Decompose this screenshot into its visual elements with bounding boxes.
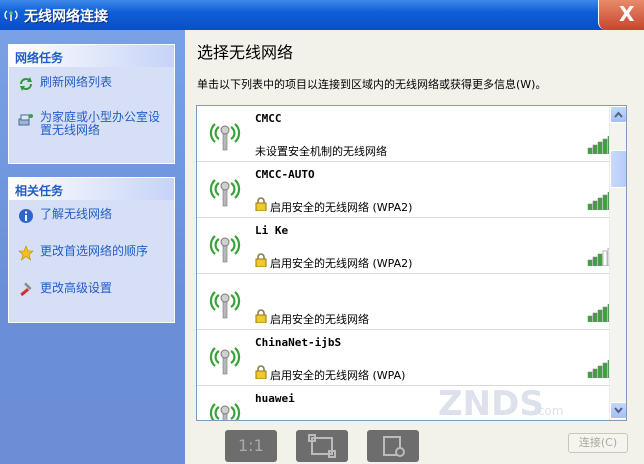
screenshot-tool-button[interactable] [367,430,419,462]
learn-wireless-link[interactable]: 了解无线网络 [9,207,174,223]
wireless-network-list[interactable]: CMCC 未设置安全机制的无线网络 CMCC-AUTO 启用安全的无线网络 (WPA2… [196,105,627,421]
network-security-status: 启用安全的无线网络 [270,313,369,326]
network-ssid: CMCC [255,112,282,125]
lock-icon [255,365,267,379]
network-row[interactable]: CMCC 未设置安全机制的无线网络 [197,106,613,162]
scroll-down-button[interactable] [610,402,626,419]
window-title: 无线网络连接 [24,9,108,25]
scroll-up-button[interactable] [610,106,626,123]
setup-wireless-network-label: 为家庭或小型办公室设置无线网络 [40,110,161,137]
tools-icon [20,282,32,297]
chevron-up-icon [614,111,623,118]
network-ssid: huawei [255,392,295,405]
actual-size-label: 1:1 [238,436,264,455]
refresh-network-list-link[interactable]: 刷新网络列表 [9,75,174,91]
network-tasks-panel: 网络任务 刷新网络列表 为家庭或小型办公室设置无线网络 [8,44,175,164]
change-advanced-settings-link[interactable]: 更改高级设置 [9,281,174,297]
learn-wireless-label: 了解无线网络 [40,207,113,221]
watermark-text: ZNDS [438,384,544,424]
refresh-icon [20,77,32,91]
wireless-antenna-icon [209,403,241,420]
network-ssid: Li Ke [255,224,289,237]
network-ssid: CMCC-AUTO [255,168,315,181]
watermark-suffix: .com [534,404,563,418]
network-ssid: ChinaNet-ijbS [255,336,342,349]
star-icon [18,245,34,261]
wireless-antenna-icon [209,235,241,263]
network-security-status: 启用安全的无线网络 (WPA2) [270,201,413,214]
setup-wireless-network-link[interactable]: 为家庭或小型办公室设置无线网络 [9,111,169,137]
network-tasks-heading: 网络任务 [9,45,174,67]
wireless-antenna-icon [209,123,241,151]
chevron-down-icon [614,407,623,414]
network-row[interactable]: 启用安全的无线网络 [197,274,613,330]
lock-icon [255,253,267,267]
change-preferred-order-label: 更改首选网络的顺序 [40,244,149,258]
scroll-thumb[interactable] [610,150,626,188]
close-icon: X [619,2,635,26]
connect-button[interactable]: 连接(C) [568,433,628,453]
related-tasks-heading: 相关任务 [9,178,174,200]
related-tasks-panel: 相关任务 了解无线网络 更改首选网络的顺序 更改高级设置 [8,177,175,323]
crop-icon [383,436,405,457]
wireless-network-icon [4,10,18,21]
lock-icon [255,197,267,211]
main-content: 选择无线网络 单击以下列表中的项目以连接到区域内的无线网络或获得更多信息(W)。… [185,30,644,464]
page-title: 选择无线网络 [197,43,294,62]
close-button[interactable]: X [598,0,644,30]
lock-icon [255,309,267,323]
instruction-text: 单击以下列表中的项目以连接到区域内的无线网络或获得更多信息(W)。 [197,78,547,91]
title-bar: 无线网络连接 X [0,0,644,30]
znds-watermark: ZNDS .com [438,384,563,424]
network-row[interactable]: Li Ke 启用安全的无线网络 (WPA2) [197,218,613,274]
network-security-status: 启用安全的无线网络 (WPA) [270,369,406,382]
vertical-scrollbar[interactable] [609,106,626,420]
wireless-antenna-icon [209,291,241,319]
info-icon [19,209,33,223]
wireless-antenna-icon [209,179,241,207]
wireless-antenna-icon [209,347,241,375]
fit-screen-icon [308,434,336,458]
fit-screen-button[interactable] [296,430,348,462]
refresh-network-list-label: 刷新网络列表 [40,75,113,89]
network-row[interactable]: CMCC-AUTO 启用安全的无线网络 (WPA2) [197,162,613,218]
network-setup-icon [18,114,33,126]
network-security-status: 未设置安全机制的无线网络 [255,145,387,158]
network-security-status: 启用安全的无线网络 (WPA2) [270,257,413,270]
task-sidebar: 网络任务 刷新网络列表 为家庭或小型办公室设置无线网络 相关任务 了解无线网络 … [0,30,185,464]
actual-size-button[interactable]: 1:1 [225,430,277,462]
change-preferred-order-link[interactable]: 更改首选网络的顺序 [9,244,174,261]
change-advanced-settings-label: 更改高级设置 [40,281,113,295]
